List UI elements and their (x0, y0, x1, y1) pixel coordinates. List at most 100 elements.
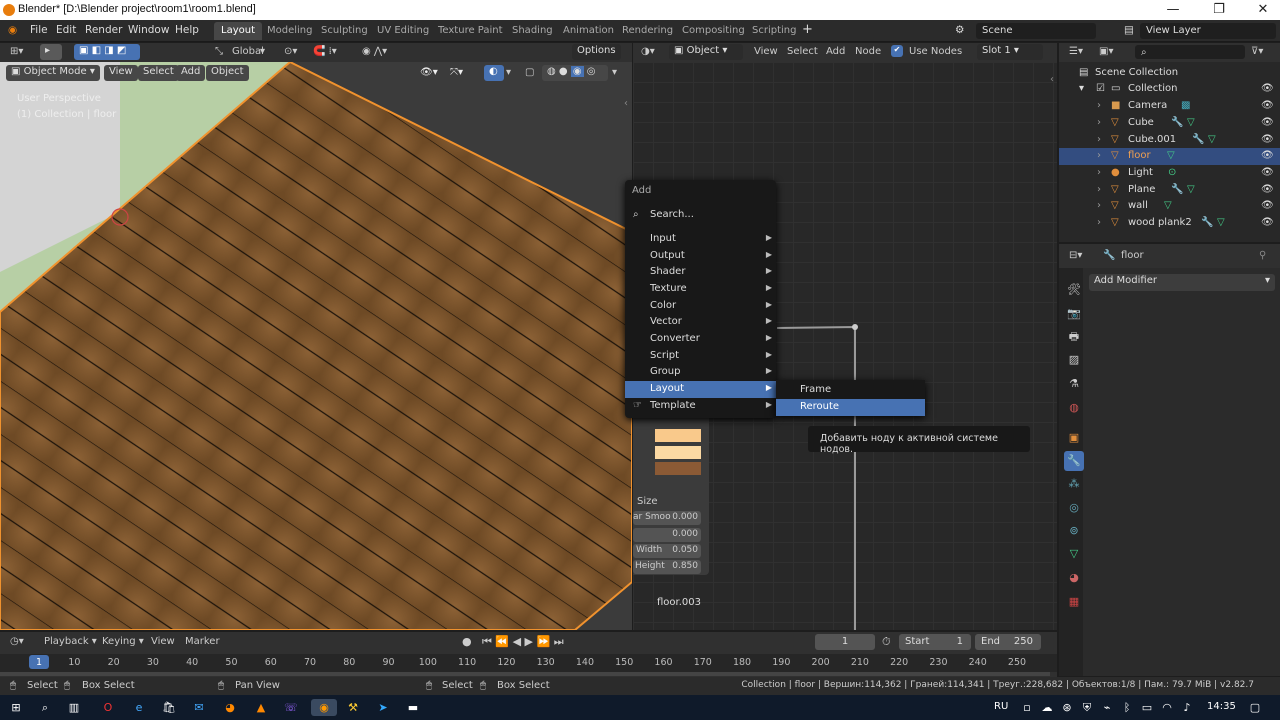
overlay-icon[interactable]: ◐ (484, 65, 504, 81)
search-icon[interactable]: ⌕ (36, 699, 54, 716)
eye-icon[interactable]: 👁 (1261, 83, 1274, 94)
menu-item-group[interactable]: Group ▶ (625, 364, 776, 381)
select-tool-icon[interactable]: ▸ (40, 44, 62, 60)
render-tab-icon[interactable]: 📷 (1064, 304, 1084, 324)
firefox-icon[interactable]: ◕ (221, 699, 239, 716)
tab-shading[interactable]: Shading (505, 22, 560, 40)
timeline-menu-marker[interactable]: Marker (185, 636, 220, 647)
chevron-right-icon[interactable]: › (1097, 150, 1101, 161)
menu-item-converter[interactable]: Converter ▶ (625, 331, 776, 348)
node-menu-node[interactable]: Node (855, 46, 881, 57)
wrench-icon[interactable]: 🔧 (1192, 134, 1204, 145)
wrench-icon[interactable]: 🔧 (1171, 184, 1183, 195)
scene-tab-icon[interactable]: ⚗ (1064, 374, 1084, 394)
field-height[interactable]: Height 0.850 (633, 560, 701, 574)
visibility-icon[interactable]: 👁▾ (420, 67, 438, 78)
add-workspace-icon[interactable]: + (802, 22, 813, 37)
eye-icon[interactable]: 👁 (1261, 200, 1274, 211)
physics-tab-icon[interactable]: ◎ (1064, 498, 1084, 518)
tab-rendering[interactable]: Rendering (615, 22, 680, 40)
volume-icon[interactable]: ♪ (1178, 699, 1196, 716)
language-indicator[interactable]: RU (994, 701, 1008, 712)
tree-item-camera[interactable]: › ■ Camera ▩ 👁 (1059, 98, 1280, 115)
shading-mode-icons[interactable]: ◍ ● ◉ ◎ (542, 65, 608, 81)
menu-item-input[interactable]: Input ▶ (625, 231, 776, 248)
menu-item-script[interactable]: Script ▶ (625, 348, 776, 365)
pivot-icon[interactable]: ⊙▾ (284, 46, 297, 57)
node-menu-select[interactable]: Select (787, 46, 818, 57)
node-menu-view[interactable]: View (754, 46, 778, 57)
shading-dropdown-icon[interactable]: ▾ (612, 67, 617, 78)
tab-modeling[interactable]: Modeling (260, 22, 320, 40)
color-swatch[interactable] (655, 429, 701, 442)
properties-type-icon[interactable]: ⊟▾ (1069, 250, 1082, 261)
playback-controls-icons[interactable]: ⏮ ⏪ ◀ ▶ ⏩ ⏭ (482, 635, 564, 649)
object-tab-icon[interactable]: ▣ (1064, 428, 1084, 448)
chevron-right-icon[interactable]: › (1097, 200, 1101, 211)
chevron-right-icon[interactable]: › (1097, 117, 1101, 128)
timeline-menu-keying[interactable]: Keying ▾ (102, 636, 144, 647)
menu-edit[interactable]: Edit (56, 24, 76, 36)
snap-icon[interactable]: 🧲 ⁞▾ (313, 46, 337, 57)
material-tab-icon[interactable]: ◕ (1064, 568, 1084, 588)
tool-tab-icon[interactable]: 🛠 (1064, 280, 1084, 300)
menu-item-vector[interactable]: Vector ▶ (625, 314, 776, 331)
field-bar-smooth[interactable]: ar Smoo 0.000 (633, 511, 701, 525)
start-frame-field[interactable]: Start 1 (899, 634, 971, 650)
filter-icon[interactable]: ⊽▾ (1251, 46, 1263, 57)
xray-icon[interactable]: ▢ (525, 67, 534, 78)
timeline-menu-view[interactable]: View (151, 636, 175, 647)
3d-viewport[interactable]: ▣ Object Mode ▾ View Select Add Object 👁… (0, 62, 632, 630)
chevron-right-icon[interactable]: › (1097, 184, 1101, 195)
mesh-data-icon[interactable]: ▽ (1187, 184, 1195, 195)
menu-window[interactable]: Window (128, 24, 169, 36)
store-icon[interactable]: 🛍 (160, 699, 178, 716)
viber-icon[interactable]: ☏ (282, 699, 300, 716)
edge-icon[interactable]: e (130, 699, 148, 716)
texture-tab-icon[interactable]: ▦ (1064, 592, 1084, 612)
mesh-data-icon[interactable]: ▽ (1167, 150, 1175, 161)
eye-icon[interactable]: 👁 (1261, 217, 1274, 228)
display-mode-icon[interactable]: ▣▾ (1099, 46, 1113, 57)
scene-icon[interactable]: ⚙ (955, 24, 964, 36)
opera-icon[interactable]: O (99, 699, 117, 716)
eye-icon[interactable]: 👁 (1261, 150, 1274, 161)
light-data-icon[interactable]: ⊙ (1168, 167, 1176, 178)
menu-item-template[interactable]: ☞ Template ▶ (625, 398, 776, 415)
tree-item-floor[interactable]: › ▽ floor ▽ 👁 (1059, 148, 1280, 165)
mesh-data-icon[interactable]: ▽ (1217, 217, 1225, 228)
view-layer-field[interactable]: View Layer (1140, 23, 1276, 39)
chevron-down-icon[interactable]: ▾ (260, 46, 265, 57)
proportional-edit-icon[interactable]: ◉ ⋀▾ (362, 46, 387, 57)
overlay-dropdown-icon[interactable]: ▾ (506, 67, 511, 78)
shader-type-dropdown[interactable]: ▣ Object ▾ (669, 44, 743, 60)
app-taskbar-icon[interactable]: ⚒ (344, 699, 362, 716)
use-nodes-checkbox[interactable]: ✔ (891, 45, 903, 57)
battery-icon[interactable]: ▭ (1138, 699, 1156, 716)
particles-tab-icon[interactable]: ⁂ (1064, 474, 1084, 494)
tab-sculpting[interactable]: Sculpting (314, 22, 375, 40)
eye-icon[interactable]: 👁 (1261, 184, 1274, 195)
add-modifier-dropdown[interactable]: Add Modifier ▾ (1089, 274, 1275, 291)
node-menu-add[interactable]: Add (826, 46, 845, 57)
eye-icon[interactable]: 👁 (1261, 134, 1274, 145)
terminal-icon[interactable]: ▬ (404, 699, 422, 716)
tree-item-plane[interactable]: › ▽ Plane 🔧 ▽ 👁 (1059, 182, 1280, 199)
data-tab-icon[interactable]: ▽ (1064, 544, 1084, 564)
viewport-menu-object[interactable]: Object (206, 65, 249, 81)
scene-field[interactable]: Scene (976, 23, 1096, 39)
bluetooth-icon[interactable]: ᛒ (1118, 699, 1136, 716)
tree-item-wall[interactable]: › ▽ wall ▽ 👁 (1059, 198, 1280, 215)
field-width[interactable]: Width 0.050 (633, 544, 701, 558)
world-tab-icon[interactable]: ◍ (1064, 398, 1084, 418)
tree-scene-collection[interactable]: ▤ Scene Collection (1059, 65, 1280, 82)
view-layer-icon[interactable]: ▤ (1124, 24, 1134, 36)
constraints-tab-icon[interactable]: ⊚ (1064, 521, 1084, 541)
field-bar[interactable]: 0.000 (633, 528, 701, 542)
mode-dropdown[interactable]: ▣ Object Mode ▾ (6, 65, 100, 81)
node-editor-type-icon[interactable]: ◑▾ (641, 46, 655, 57)
chevron-right-icon[interactable]: › (1097, 167, 1101, 178)
select-mode-icons[interactable]: ▣ ◧ ◨ ◩ (74, 44, 140, 60)
tree-item-cube[interactable]: › ▽ Cube 🔧 ▽ 👁 (1059, 115, 1280, 132)
outliner-search-input[interactable]: ⌕ (1135, 45, 1245, 59)
